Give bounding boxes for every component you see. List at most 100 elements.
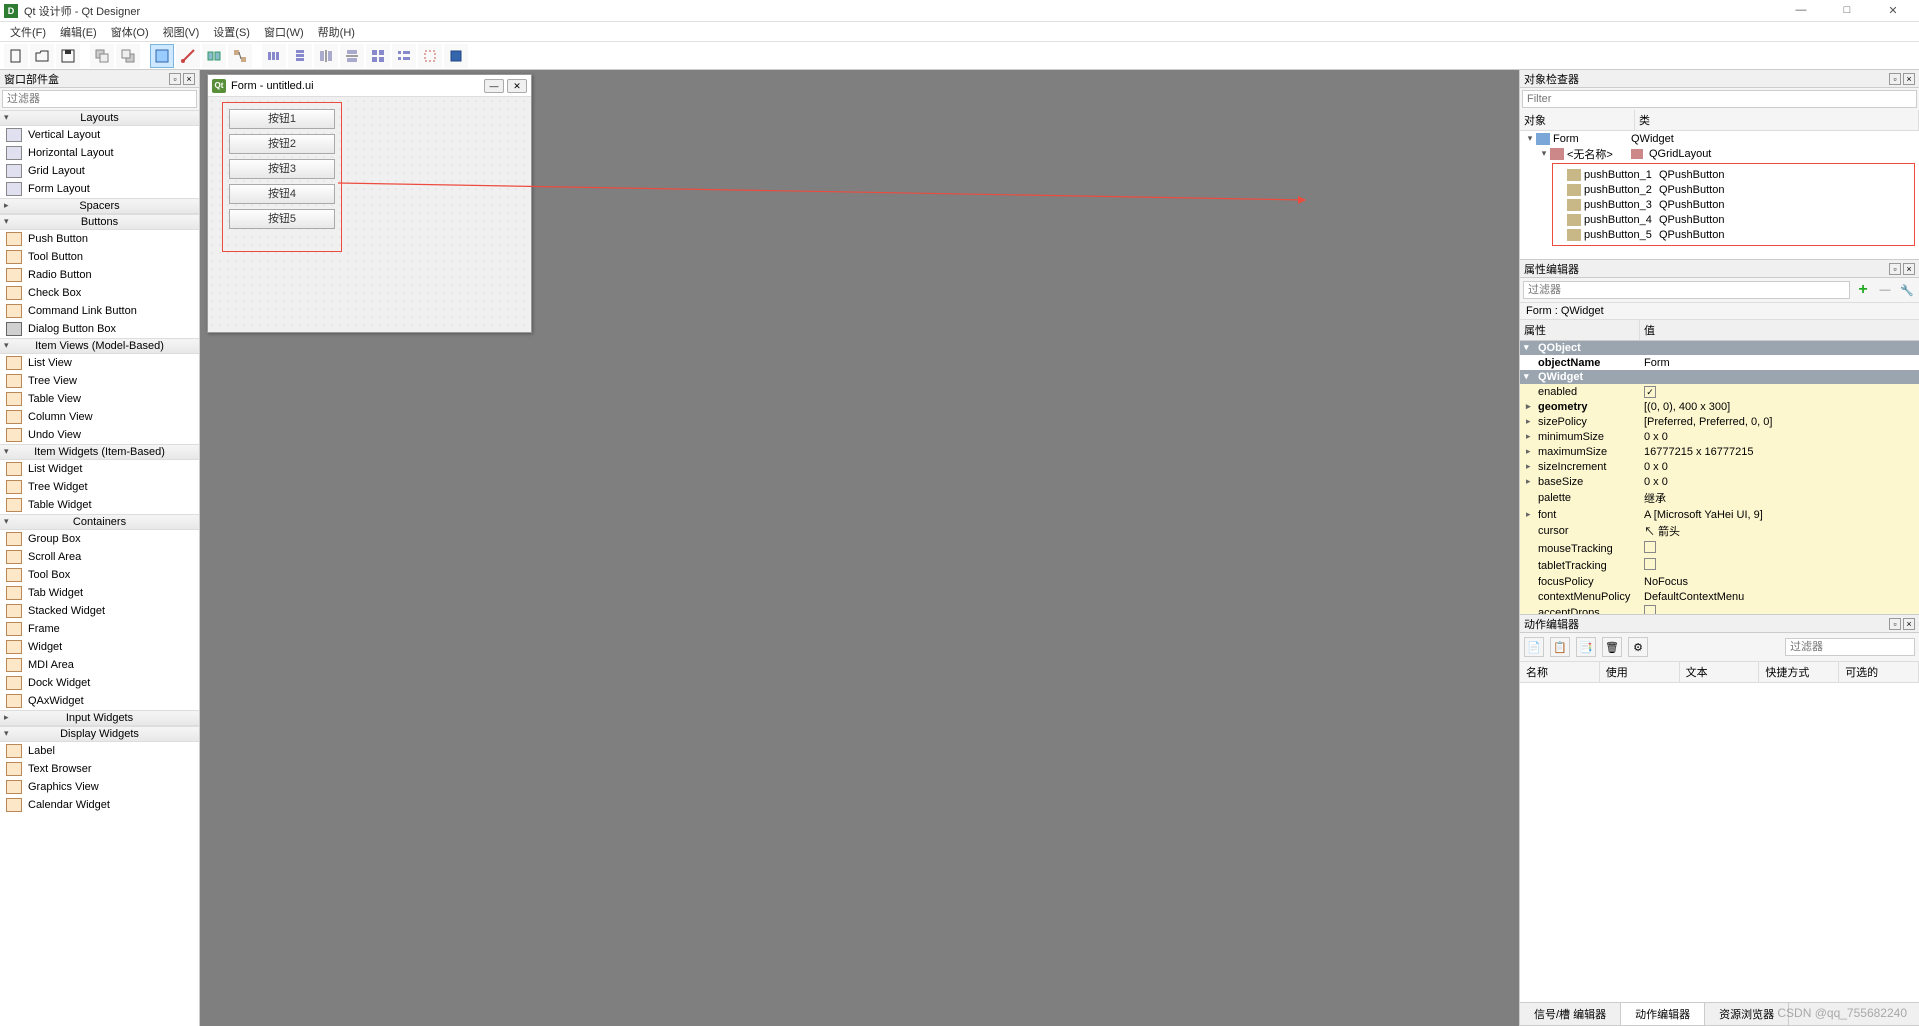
widget-dock-widget[interactable]: Dock Widget [0, 674, 199, 692]
menu-settings[interactable]: 设置(S) [207, 22, 256, 42]
widget-horizontal-layout[interactable]: Horizontal Layout [0, 144, 199, 162]
prop-mouseTracking[interactable]: mouseTracking [1520, 540, 1919, 557]
widget-vertical-layout[interactable]: Vertical Layout [0, 126, 199, 144]
widget-column-view[interactable]: Column View [0, 408, 199, 426]
widget-label[interactable]: Label [0, 742, 199, 760]
edit-buddies-icon[interactable] [202, 44, 226, 68]
break-layout-icon[interactable] [418, 44, 442, 68]
tab-actions[interactable]: 动作编辑器 [1621, 1003, 1705, 1025]
widget-tree-view[interactable]: Tree View [0, 372, 199, 390]
widget-form-layout[interactable]: Form Layout [0, 180, 199, 198]
tree-row-layout[interactable]: ▾ <无名称> QGridLayout [1520, 146, 1919, 161]
col-value[interactable]: 值 [1640, 320, 1919, 340]
widget-tab-widget[interactable]: Tab Widget [0, 584, 199, 602]
inspector-filter[interactable] [1522, 90, 1917, 108]
tree-row-pushButton_3[interactable]: pushButton_3QPushButton [1553, 197, 1912, 212]
panel-close-icon[interactable]: × [1903, 618, 1915, 630]
layout-horiz-icon[interactable] [262, 44, 286, 68]
property-body[interactable]: QObjectobjectNameFormQWidgetenabled✓geom… [1520, 341, 1919, 614]
tree-row-pushButton_1[interactable]: pushButton_1QPushButton [1553, 167, 1912, 182]
widget-group-box[interactable]: Group Box [0, 530, 199, 548]
menu-window[interactable]: 窗口(W) [258, 22, 310, 42]
save-file-icon[interactable] [56, 44, 80, 68]
prop-tabletTracking[interactable]: tabletTracking [1520, 557, 1919, 574]
config-property-icon[interactable]: 🔧 [1898, 281, 1916, 299]
widget-tree[interactable]: LayoutsVertical LayoutHorizontal LayoutG… [0, 110, 199, 1026]
add-property-icon[interactable]: + [1854, 281, 1872, 299]
category-input-widgets[interactable]: Input Widgets [0, 710, 199, 726]
widget-tool-box[interactable]: Tool Box [0, 566, 199, 584]
prop-group-QWidget[interactable]: QWidget [1520, 370, 1919, 384]
widget-dialog-button-box[interactable]: Dialog Button Box [0, 320, 199, 338]
menu-form[interactable]: 窗体(O) [105, 22, 155, 42]
layout-vert-icon[interactable] [288, 44, 312, 68]
form-close-icon[interactable]: ✕ [507, 79, 527, 93]
edit-widgets-icon[interactable] [150, 44, 174, 68]
prop-focusPolicy[interactable]: focusPolicyNoFocus [1520, 574, 1919, 589]
prop-minimumSize[interactable]: minimumSize0 x 0 [1520, 429, 1919, 444]
layout-grid-icon[interactable] [366, 44, 390, 68]
widget-check-box[interactable]: Check Box [0, 284, 199, 302]
prop-palette[interactable]: palette继承 [1520, 489, 1919, 507]
adjust-size-icon[interactable] [444, 44, 468, 68]
edit-taborder-icon[interactable] [228, 44, 252, 68]
category-buttons[interactable]: Buttons [0, 214, 199, 230]
col-object[interactable]: 对象 [1520, 110, 1635, 130]
col-checkable[interactable]: 可选的 [1839, 662, 1919, 682]
object-tree[interactable]: 对象 类 ▾ Form QWidget ▾ <无名称> QGridLayout … [1520, 110, 1919, 259]
form-按钮5[interactable]: 按钮5 [229, 209, 335, 229]
panel-close-icon[interactable]: × [1903, 263, 1915, 275]
layout-form-icon[interactable] [392, 44, 416, 68]
category-item-views-model-based-[interactable]: Item Views (Model-Based) [0, 338, 199, 354]
widget-list-widget[interactable]: List Widget [0, 460, 199, 478]
layout-vert-splitter-icon[interactable] [340, 44, 364, 68]
widget-command-link-button[interactable]: Command Link Button [0, 302, 199, 320]
panel-close-icon[interactable]: × [183, 73, 195, 85]
prop-cursor[interactable]: cursor↖ 箭头 [1520, 522, 1919, 540]
widget-widget[interactable]: Widget [0, 638, 199, 656]
prop-contextMenuPolicy[interactable]: contextMenuPolicyDefaultContextMenu [1520, 589, 1919, 604]
col-class[interactable]: 类 [1635, 110, 1919, 130]
widget-grid-layout[interactable]: Grid Layout [0, 162, 199, 180]
panel-float-icon[interactable]: ▫ [1889, 73, 1901, 85]
widget-calendar-widget[interactable]: Calendar Widget [0, 796, 199, 814]
category-containers[interactable]: Containers [0, 514, 199, 530]
panel-close-icon[interactable]: × [1903, 73, 1915, 85]
tree-row-pushButton_5[interactable]: pushButton_5QPushButton [1553, 227, 1912, 242]
prop-enabled[interactable]: enabled✓ [1520, 384, 1919, 399]
menu-view[interactable]: 视图(V) [157, 22, 206, 42]
panel-float-icon[interactable]: ▫ [169, 73, 181, 85]
menu-edit[interactable]: 编辑(E) [54, 22, 103, 42]
tree-row-form[interactable]: ▾ Form QWidget [1520, 131, 1919, 146]
col-text[interactable]: 文本 [1680, 662, 1760, 682]
panel-float-icon[interactable]: ▫ [1889, 618, 1901, 630]
open-file-icon[interactable] [30, 44, 54, 68]
prop-baseSize[interactable]: baseSize0 x 0 [1520, 474, 1919, 489]
prop-geometry[interactable]: geometry[(0, 0), 400 x 300] [1520, 399, 1919, 414]
category-item-widgets-item-based-[interactable]: Item Widgets (Item-Based) [0, 444, 199, 460]
close-button[interactable]: ✕ [1879, 4, 1907, 17]
menu-file[interactable]: 文件(F) [4, 22, 52, 42]
widget-box-filter[interactable] [2, 90, 197, 108]
remove-property-icon[interactable]: — [1876, 281, 1894, 299]
edit-signals-icon[interactable] [176, 44, 200, 68]
form-titlebar[interactable]: Qt Form - untitled.ui — ✕ [208, 75, 531, 97]
widget-list-view[interactable]: List View [0, 354, 199, 372]
widget-radio-button[interactable]: Radio Button [0, 266, 199, 284]
delete-action-icon[interactable]: 🗑 [1602, 637, 1622, 657]
prop-acceptDrops[interactable]: acceptDrops [1520, 604, 1919, 614]
copy-action-icon[interactable]: 📋 [1550, 637, 1570, 657]
widget-tool-button[interactable]: Tool Button [0, 248, 199, 266]
col-used[interactable]: 使用 [1600, 662, 1680, 682]
prop-group-QObject[interactable]: QObject [1520, 341, 1919, 355]
widget-graphics-view[interactable]: Graphics View [0, 778, 199, 796]
form-按钮1[interactable]: 按钮1 [229, 109, 335, 129]
paste-action-icon[interactable]: 📑 [1576, 637, 1596, 657]
prop-sizePolicy[interactable]: sizePolicy[Preferred, Preferred, 0, 0] [1520, 414, 1919, 429]
minimize-button[interactable]: — [1787, 4, 1815, 17]
form-按钮3[interactable]: 按钮3 [229, 159, 335, 179]
prop-font[interactable]: fontA [Microsoft YaHei UI, 9] [1520, 507, 1919, 522]
widget-qaxwidget[interactable]: QAxWidget [0, 692, 199, 710]
tree-row-pushButton_2[interactable]: pushButton_2QPushButton [1553, 182, 1912, 197]
design-canvas[interactable]: Qt Form - untitled.ui — ✕ 按钮1按钮2按钮3按钮4按钮… [200, 70, 1519, 1026]
